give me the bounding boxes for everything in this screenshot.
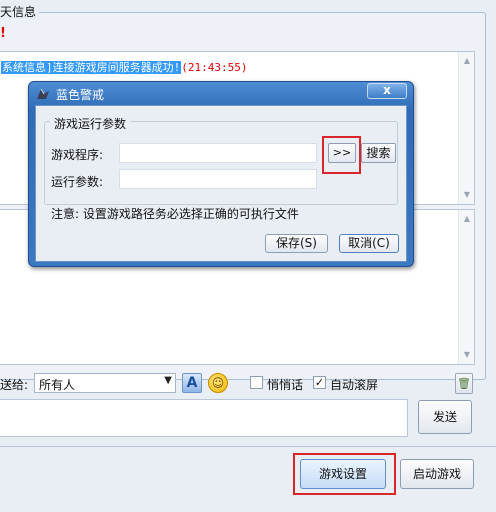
cancel-button[interactable]: 取消(C) bbox=[339, 234, 399, 253]
app-icon bbox=[35, 87, 51, 101]
run-args-label: 运行参数: bbox=[51, 175, 104, 189]
scroll-up-icon[interactable]: ▲ bbox=[459, 212, 475, 226]
send-button[interactable]: 发送 bbox=[418, 400, 472, 434]
divider bbox=[0, 446, 496, 447]
log-line-time: (21:43:55) bbox=[181, 61, 248, 74]
scroll-down-icon[interactable]: ▼ bbox=[459, 188, 475, 202]
scroll-up-icon[interactable]: ▲ bbox=[459, 54, 475, 68]
send-to-label: 送给: bbox=[0, 378, 29, 392]
autoscroll-label: 自动滚屏 bbox=[330, 378, 379, 392]
send-to-value: 所有人 bbox=[39, 378, 76, 392]
public-log-scrollbar[interactable]: ▲ ▼ bbox=[458, 52, 474, 204]
whisper-checkbox[interactable] bbox=[250, 376, 263, 389]
log-line: 系统信息]连接游戏房间服务器成功!(21:43:55) bbox=[1, 59, 247, 75]
highlight-box bbox=[322, 136, 361, 174]
dialog-title: 蓝色警戒 bbox=[56, 88, 105, 102]
params-group-title: 游戏运行参数 bbox=[50, 115, 131, 132]
launch-game-button[interactable]: 启动游戏 bbox=[400, 459, 474, 489]
message-input[interactable] bbox=[0, 399, 408, 437]
close-icon[interactable]: x bbox=[367, 83, 407, 99]
save-button[interactable]: 保存(S) bbox=[265, 234, 328, 253]
private-log-scrollbar[interactable]: ▲ ▼ bbox=[458, 210, 474, 364]
autoscroll-checkbox[interactable]: ✓ bbox=[313, 376, 326, 389]
chevron-down-icon[interactable]: ▼ bbox=[164, 375, 172, 386]
clear-icon[interactable]: 🗑 bbox=[455, 373, 473, 394]
whisper-label: 悄悄话 bbox=[267, 378, 304, 392]
highlight-box bbox=[293, 453, 396, 495]
dialog-note: 注意: 设置游戏路径务必选择正确的可执行文件 bbox=[51, 207, 299, 221]
font-style-icon[interactable]: A bbox=[182, 373, 202, 393]
search-button[interactable]: 搜索 bbox=[361, 143, 396, 163]
exe-path-input[interactable] bbox=[119, 143, 317, 163]
send-to-select[interactable]: 所有人 ▼ bbox=[34, 373, 176, 393]
run-args-input[interactable] bbox=[119, 169, 317, 189]
exe-path-label: 游戏程序: bbox=[51, 148, 104, 162]
chat-group-title: 天信息 bbox=[0, 3, 40, 20]
dialog-body: 游戏运行参数 游戏程序: >> 搜索 运行参数: 注意: 设置游戏路径务必选择正… bbox=[35, 105, 407, 262]
log-line-highlight: 系统信息]连接游戏房间服务器成功! bbox=[1, 61, 182, 74]
alert-exclamation: ! bbox=[0, 26, 6, 41]
game-params-dialog: 蓝色警戒 x 游戏运行参数 游戏程序: >> 搜索 运行参数: 注意: 设置游戏… bbox=[28, 81, 414, 267]
emoji-icon[interactable]: ☺ bbox=[208, 373, 228, 393]
scroll-down-icon[interactable]: ▼ bbox=[459, 348, 475, 362]
